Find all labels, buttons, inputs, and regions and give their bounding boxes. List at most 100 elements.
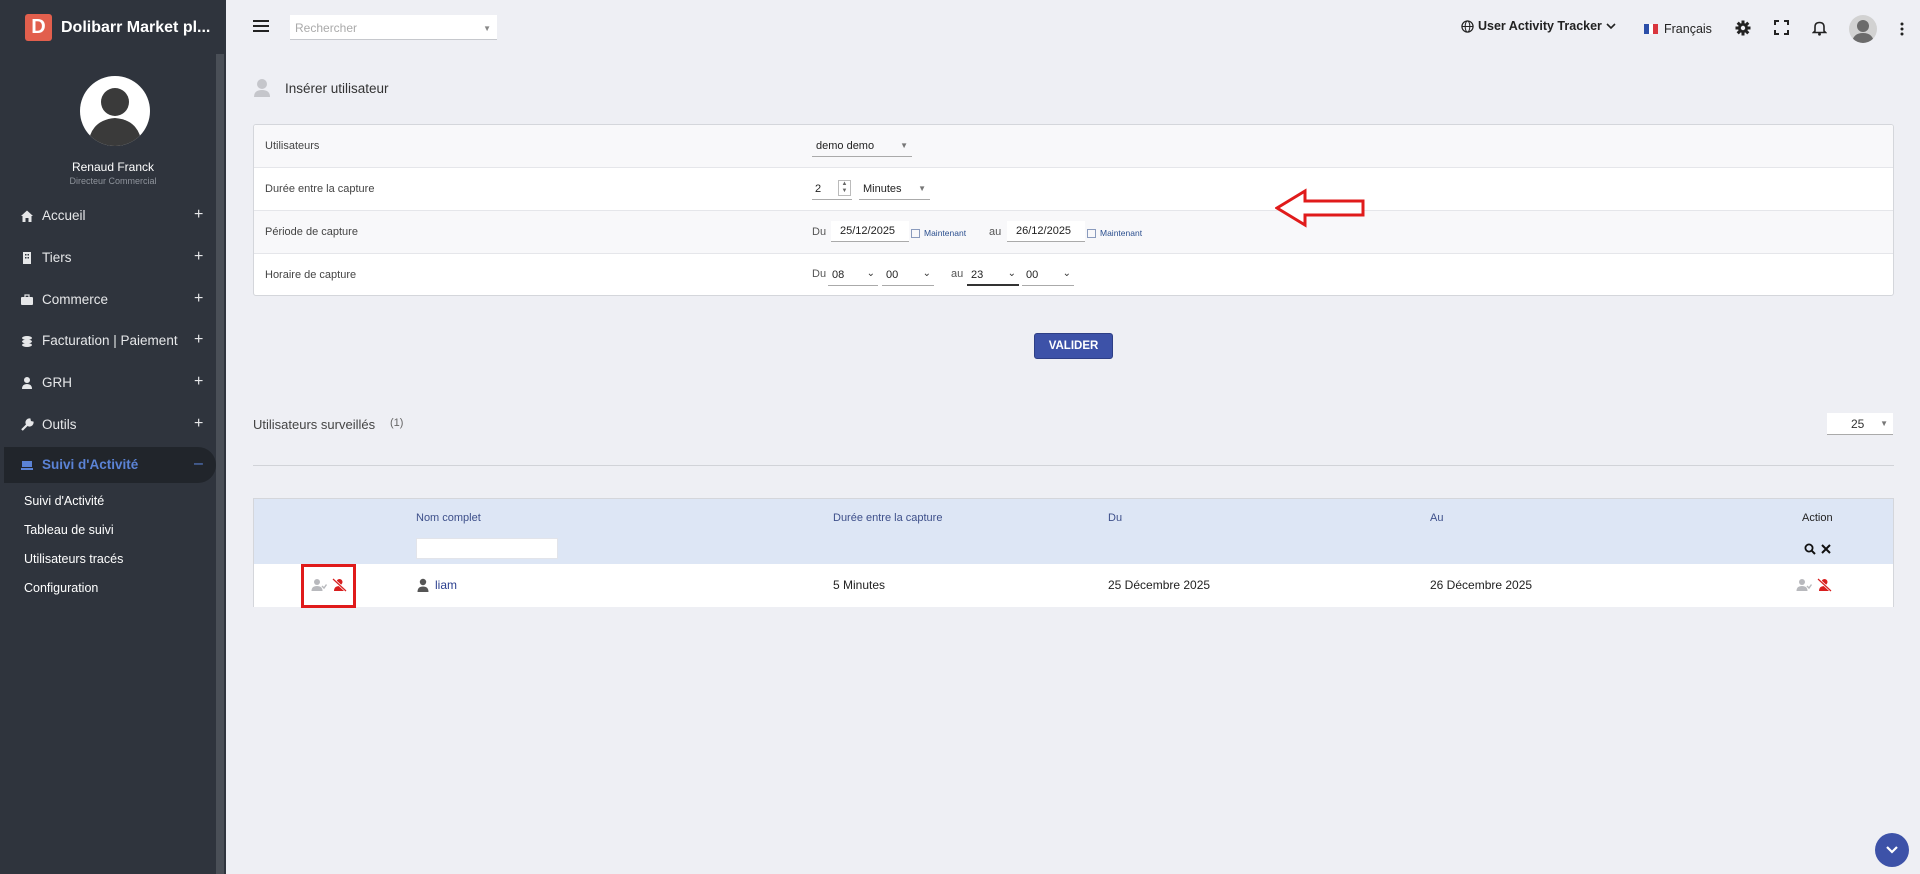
disable-user-icon[interactable] xyxy=(1817,578,1832,592)
column-header-duration[interactable]: Durée entre la capture xyxy=(833,512,942,524)
expand-icon[interactable]: + xyxy=(194,206,203,224)
briefcase-icon xyxy=(21,294,33,305)
users-label: Utilisateurs xyxy=(265,140,320,152)
more-vertical-icon[interactable] xyxy=(1900,22,1904,36)
caret-down-icon: ▼ xyxy=(1880,419,1888,428)
period-from-input[interactable]: 25/12/2025 xyxy=(831,221,909,242)
sidebar-item-outils[interactable]: Outils + xyxy=(0,407,216,443)
form-row-users: Utilisateurs demo demo ▼ xyxy=(254,125,1893,168)
brand-logo: D xyxy=(25,14,52,41)
caret-down-icon: ▼ xyxy=(483,24,491,33)
fullscreen-icon[interactable] xyxy=(1774,20,1789,35)
submenu-tableau-de-suivi[interactable]: Tableau de suivi xyxy=(24,523,114,537)
schedule-to-hour-select[interactable]: 23 ⌄ xyxy=(967,265,1019,286)
duration-unit-value: Minutes xyxy=(863,183,902,195)
chevron-down-icon: ⌄ xyxy=(1007,268,1016,279)
search-input[interactable]: Rechercher ▼ xyxy=(290,15,497,40)
user-avatar-small[interactable] xyxy=(1849,15,1877,43)
row-from-date: 25 Décembre 2025 xyxy=(1108,578,1211,592)
expand-icon[interactable]: + xyxy=(194,290,203,308)
user-avatar[interactable] xyxy=(80,76,150,146)
activity-icon xyxy=(21,461,33,470)
chevron-down-icon: ⌄ xyxy=(1062,268,1071,279)
column-header-action: Action xyxy=(1802,512,1833,524)
user-icon xyxy=(417,578,429,592)
clear-filter-icon[interactable] xyxy=(1821,544,1831,554)
sidebar-item-label: Outils xyxy=(42,417,77,432)
expand-icon[interactable]: + xyxy=(194,415,203,433)
user-icon xyxy=(22,377,32,389)
flag-fr-icon xyxy=(1644,24,1659,34)
schedule-to-min-value: 00 xyxy=(1026,269,1039,281)
users-select[interactable]: demo demo ▼ xyxy=(812,136,912,157)
building-icon xyxy=(23,252,31,264)
duration-stepper[interactable]: 2 ▲ ▼ xyxy=(812,179,852,200)
now-label: Maintenant xyxy=(924,228,967,238)
duration-unit-select[interactable]: Minutes ▼ xyxy=(859,179,930,200)
annotation-highlight-box xyxy=(301,564,356,608)
submenu-configuration[interactable]: Configuration xyxy=(24,581,98,595)
column-header-to[interactable]: Au xyxy=(1430,512,1443,524)
sidebar-item-suivi-activite[interactable]: Suivi d'Activité – xyxy=(4,447,216,483)
search-placeholder: Rechercher xyxy=(295,21,358,35)
submenu-utilisateurs-traces[interactable]: Utilisateurs tracés xyxy=(24,552,123,566)
column-header-from[interactable]: Du xyxy=(1108,512,1122,524)
table-row: liam 5 Minutes 25 Décembre 2025 26 Décem… xyxy=(254,564,1893,607)
validate-button[interactable]: VALIDER xyxy=(1034,333,1113,359)
enable-user-icon[interactable] xyxy=(1796,578,1812,592)
period-from-label: Du xyxy=(812,226,827,238)
users-select-value: demo demo xyxy=(816,140,875,152)
watched-users-title: Utilisateurs surveillés xyxy=(253,417,376,432)
schedule-from-hour-value: 08 xyxy=(832,269,845,281)
period-to-input[interactable]: 26/12/2025 xyxy=(1007,221,1085,242)
sidebar-item-tiers[interactable]: Tiers + xyxy=(0,240,216,276)
brand-name: Dolibarr Market pl... xyxy=(61,18,211,36)
stepper-arrows-icon[interactable]: ▲ ▼ xyxy=(838,180,851,196)
chevron-down-icon: ⌄ xyxy=(866,268,875,279)
schedule-label: Horaire de capture xyxy=(265,269,357,281)
brand[interactable]: D Dolibarr Market pl... xyxy=(25,14,210,41)
now-from-link[interactable]: Maintenant xyxy=(911,228,966,238)
schedule-from-hour-select[interactable]: 08 ⌄ xyxy=(828,265,878,286)
sidebar-item-facturation[interactable]: Facturation | Paiement + xyxy=(0,323,216,359)
sidebar-item-grh[interactable]: GRH + xyxy=(0,365,216,401)
column-header-name[interactable]: Nom complet xyxy=(416,512,481,524)
search-icon[interactable] xyxy=(1804,543,1816,555)
annotation-arrow-icon xyxy=(1275,188,1365,228)
chevron-down-icon: ⌄ xyxy=(922,268,931,279)
collapse-icon[interactable]: – xyxy=(194,455,203,473)
calendar-icon xyxy=(1087,228,1096,238)
period-label: Période de capture xyxy=(265,226,358,238)
submenu-suivi-activite[interactable]: Suivi d'Activité xyxy=(24,494,104,508)
sidebar-item-label: Commerce xyxy=(42,292,109,307)
per-page-value: 25 xyxy=(1851,417,1865,431)
per-page-select[interactable]: 25 ▼ xyxy=(1827,413,1893,435)
schedule-to-min-select[interactable]: 00 ⌄ xyxy=(1022,265,1074,286)
menu-toggle-icon[interactable] xyxy=(253,19,269,33)
user-role: Directeur Commercial xyxy=(69,176,157,186)
row-to-date: 26 Décembre 2025 xyxy=(1430,578,1533,592)
insert-user-form: Utilisateurs demo demo ▼ Durée entre la … xyxy=(253,124,1894,296)
language-selector[interactable]: Français xyxy=(1644,22,1712,36)
schedule-from-min-value: 00 xyxy=(886,269,899,281)
schedule-from-label: Du xyxy=(812,268,827,280)
gear-icon[interactable] xyxy=(1735,20,1751,36)
schedule-to-label: au xyxy=(951,268,964,280)
user-name-link[interactable]: liam xyxy=(435,578,457,592)
scroll-down-button[interactable] xyxy=(1875,833,1909,867)
sidebar-item-label: GRH xyxy=(42,375,72,390)
tracker-dropdown[interactable]: User Activity Tracker xyxy=(1461,19,1616,33)
language-label: Français xyxy=(1664,22,1712,36)
name-filter-input[interactable] xyxy=(416,538,558,559)
now-to-link[interactable]: Maintenant xyxy=(1087,228,1142,238)
sidebar-item-commerce[interactable]: Commerce + xyxy=(0,282,216,318)
tracker-label: User Activity Tracker xyxy=(1478,19,1602,33)
sidebar: D Dolibarr Market pl... Renaud Franck Di… xyxy=(0,0,226,874)
bell-icon[interactable] xyxy=(1812,20,1827,36)
expand-icon[interactable]: + xyxy=(194,373,203,391)
expand-icon[interactable]: + xyxy=(194,248,203,266)
now-label: Maintenant xyxy=(1100,228,1143,238)
expand-icon[interactable]: + xyxy=(194,331,203,349)
sidebar-item-accueil[interactable]: Accueil + xyxy=(0,198,216,234)
schedule-from-min-select[interactable]: 00 ⌄ xyxy=(882,265,934,286)
